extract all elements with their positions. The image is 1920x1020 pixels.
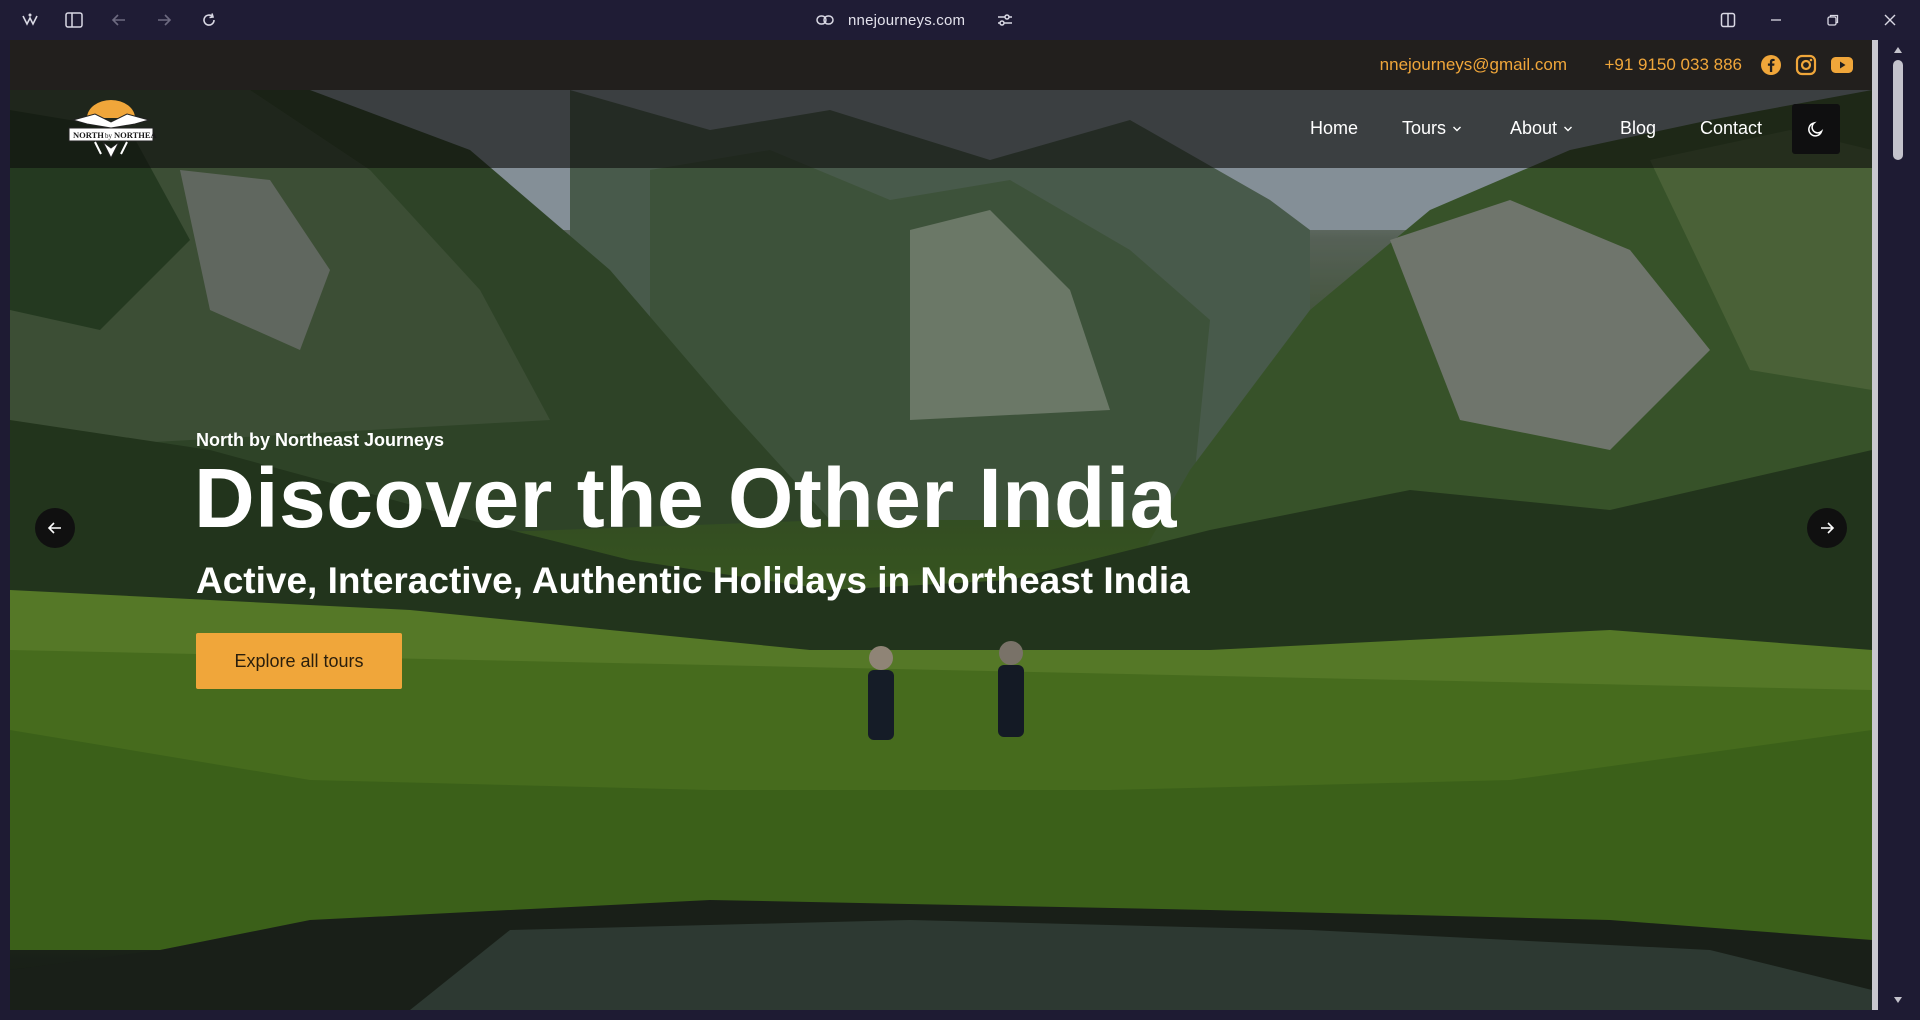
svg-text:NORTH: NORTH — [73, 130, 104, 140]
nav-contact-label: Contact — [1700, 118, 1763, 138]
theme-toggle-button[interactable] — [1792, 104, 1840, 154]
nav-home[interactable]: Home — [1310, 118, 1358, 139]
moon-icon — [1808, 121, 1824, 137]
app-logo-icon[interactable] — [18, 8, 42, 32]
forward-icon[interactable] — [152, 8, 176, 32]
chevron-down-icon — [1564, 126, 1573, 131]
page-right-edge — [1872, 40, 1878, 1010]
site-settings-icon[interactable] — [997, 13, 1013, 27]
arrow-left-icon — [47, 522, 61, 534]
nav-about-label: About — [1510, 118, 1558, 138]
explore-all-tours-button[interactable]: Explore all tours — [196, 633, 402, 689]
carousel-prev-button[interactable] — [35, 508, 75, 548]
nav-blog-label: Blog — [1620, 118, 1657, 138]
svg-text:NORTHEAST: NORTHEAST — [114, 130, 157, 140]
chevron-down-icon — [1453, 126, 1462, 131]
contact-info-bar: nnejourneys@gmail.com +91 9150 033 886 — [10, 40, 1872, 90]
page-viewport: nnejourneys@gmail.com +91 9150 033 886 N… — [10, 40, 1872, 1010]
nav-blog[interactable]: Blog — [1620, 118, 1656, 139]
arrow-right-icon — [1821, 522, 1835, 534]
sidebar-toggle-icon[interactable] — [62, 8, 86, 32]
phone-link[interactable]: +91 9150 033 886 — [1604, 55, 1742, 75]
restore-icon[interactable] — [1821, 8, 1845, 32]
split-view-icon[interactable] — [1716, 8, 1740, 32]
close-icon[interactable] — [1878, 8, 1902, 32]
facebook-icon[interactable] — [1760, 54, 1782, 76]
svg-text:by: by — [105, 132, 113, 140]
nav-contact[interactable]: Contact — [1700, 118, 1762, 139]
back-icon[interactable] — [107, 8, 131, 32]
email-link[interactable]: nnejourneys@gmail.com — [1380, 55, 1567, 75]
site-logo[interactable]: NORTH by NORTHEAST — [65, 98, 167, 162]
minimize-icon[interactable] — [1764, 8, 1788, 32]
scroll-up-icon[interactable] — [1891, 44, 1905, 56]
nav-about[interactable]: About — [1510, 118, 1573, 139]
instagram-icon[interactable] — [1795, 54, 1817, 76]
browser-toolbar: nnejourneys.com — [0, 0, 1920, 40]
youtube-icon[interactable] — [1830, 54, 1854, 76]
carousel-next-button[interactable] — [1807, 508, 1847, 548]
nav-home-label: Home — [1310, 118, 1359, 138]
hero-background-image — [10, 90, 1872, 1010]
hero-subheadline: Active, Interactive, Authentic Holidays … — [196, 560, 1190, 601]
hero-headline: Discover the Other India — [194, 451, 1177, 545]
address-bar[interactable]: nnejourneys.com — [816, 7, 1013, 33]
nav-tours[interactable]: Tours — [1402, 118, 1462, 139]
scrollbar-area — [1872, 40, 1920, 1010]
reload-icon[interactable] — [197, 8, 221, 32]
hero-overlay — [10, 90, 1872, 1010]
url-text[interactable]: nnejourneys.com — [848, 12, 965, 29]
hero-eyebrow: North by Northeast Journeys — [196, 430, 445, 450]
scrollbar-thumb[interactable] — [1893, 60, 1903, 160]
nav-tours-label: Tours — [1402, 118, 1447, 138]
scroll-down-icon[interactable] — [1891, 994, 1905, 1006]
main-navbar: NORTH by NORTHEAST Home Tours About Blog… — [10, 90, 1872, 168]
link-icon — [816, 14, 834, 26]
